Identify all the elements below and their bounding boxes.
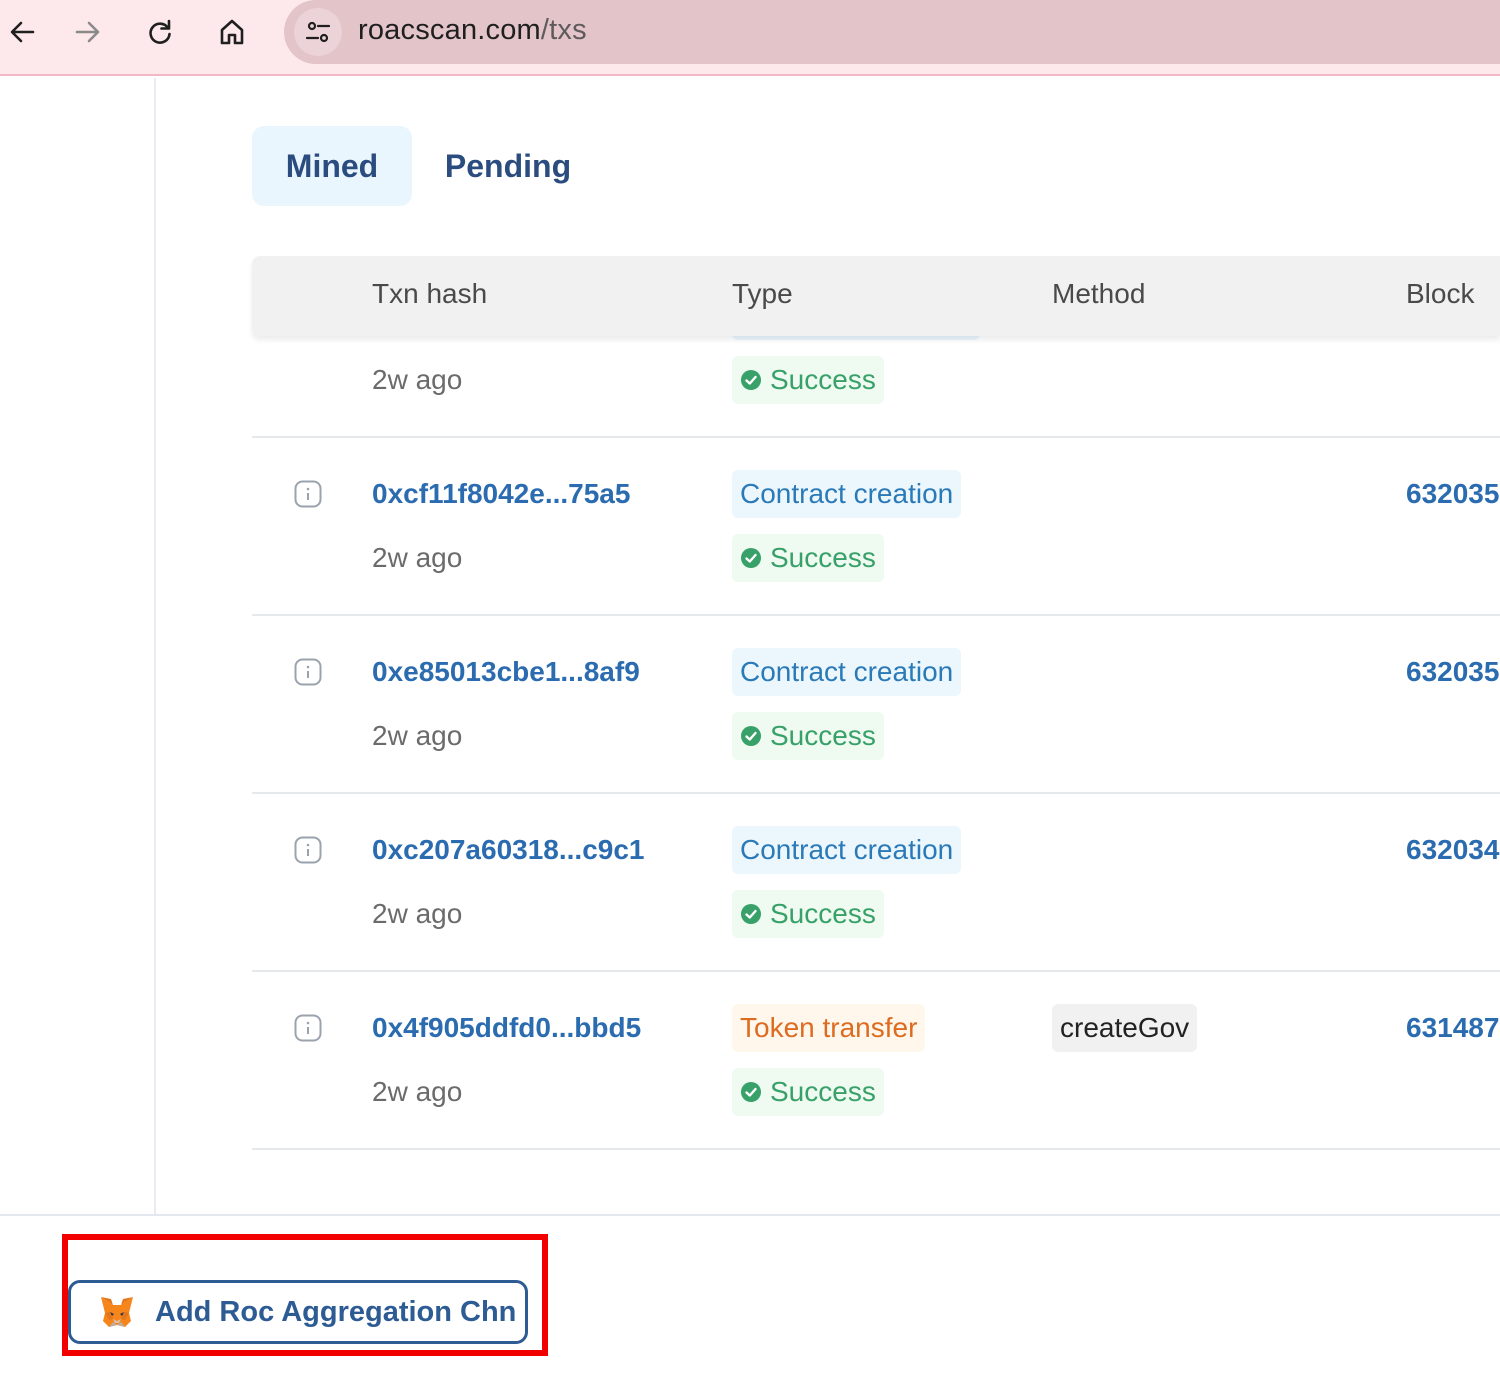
type-badge: Token transfer	[732, 1004, 926, 1052]
header-txn-hash: Txn hash	[372, 278, 488, 309]
check-circle-icon	[741, 370, 761, 390]
txn-age: 2w ago	[372, 542, 463, 573]
method-badge: createGov	[1052, 1004, 1198, 1052]
back-arrow-icon	[10, 21, 35, 43]
header-block: Block	[1406, 278, 1475, 309]
back-button[interactable]	[0, 10, 44, 54]
txn-hash-link[interactable]: 0x4f905ddfd0...bbd5	[372, 1012, 641, 1044]
url-domain: roacscan.com	[358, 14, 541, 46]
status-badge: Success	[732, 534, 884, 582]
row-divider	[252, 614, 1500, 616]
txn-age: 2w ago	[372, 1076, 463, 1107]
metamask-fox-icon	[101, 1297, 133, 1327]
block-link[interactable]: 632035	[1406, 656, 1499, 688]
status-label: Success	[770, 1076, 876, 1107]
home-icon	[220, 19, 244, 45]
row-divider	[252, 436, 1500, 438]
txn-hash-link[interactable]: 0xe85013cbe1...8af9	[372, 656, 640, 688]
txn-hash-link[interactable]: 0xc207a60318...c9c1	[372, 834, 645, 866]
forward-arrow-icon	[75, 21, 100, 43]
txn-hash-link[interactable]: 0xcf11f8042e...75a5	[372, 478, 630, 510]
header-type: Type	[732, 278, 793, 309]
check-circle-icon	[741, 904, 761, 924]
site-info-button[interactable]	[294, 8, 342, 56]
status-badge: Success	[732, 1068, 884, 1116]
row-divider	[252, 792, 1500, 794]
check-circle-icon	[741, 726, 761, 746]
reload-button[interactable]	[138, 10, 182, 54]
status-label: Success	[770, 720, 876, 751]
status-badge: Success	[732, 712, 884, 760]
txn-age: 2w ago	[372, 364, 463, 395]
block-link[interactable]: 631487	[1406, 1012, 1499, 1044]
header-method: Method	[1052, 278, 1146, 309]
forward-button[interactable]	[66, 10, 110, 54]
info-icon[interactable]	[294, 836, 322, 864]
status-label: Success	[770, 898, 876, 929]
txn-age: 2w ago	[372, 720, 463, 751]
footer-divider	[0, 1214, 1500, 1216]
type-badge: Contract creation	[732, 826, 962, 874]
info-icon[interactable]	[294, 1014, 322, 1042]
add-chain-button[interactable]: Add Roc Aggregation Chn	[68, 1280, 528, 1344]
status-badge: Success	[732, 890, 884, 938]
table-header: Txn hash Type Method Block	[252, 256, 1500, 336]
browser-toolbar: roacscan.com/txs	[0, 0, 1500, 76]
type-badge: Contract creation	[732, 470, 962, 518]
add-chain-label: Add Roc Aggregation Chn	[155, 1295, 517, 1328]
reload-icon	[149, 19, 171, 44]
site-settings-icon	[305, 21, 331, 43]
status-label: Success	[770, 542, 876, 573]
status-badge: Success	[732, 356, 884, 404]
tab-pending[interactable]: Pending	[428, 126, 588, 206]
row-divider	[252, 970, 1500, 972]
home-button[interactable]	[210, 10, 254, 54]
info-icon[interactable]	[294, 658, 322, 686]
sidebar-divider	[154, 78, 156, 1214]
block-link[interactable]: 632034	[1406, 834, 1499, 866]
check-circle-icon	[741, 1082, 761, 1102]
address-bar[interactable]: roacscan.com/txs	[284, 0, 1500, 64]
url-path: /txs	[540, 14, 587, 46]
check-circle-icon	[741, 548, 761, 568]
url-text[interactable]: roacscan.com/txs	[358, 14, 587, 47]
info-icon[interactable]	[294, 480, 322, 508]
row-divider	[252, 1148, 1500, 1150]
block-link[interactable]: 632035	[1406, 478, 1499, 510]
type-badge: Contract creation	[732, 648, 962, 696]
status-label: Success	[770, 364, 876, 395]
txn-age: 2w ago	[372, 898, 463, 929]
tab-mined[interactable]: Mined	[252, 126, 412, 206]
